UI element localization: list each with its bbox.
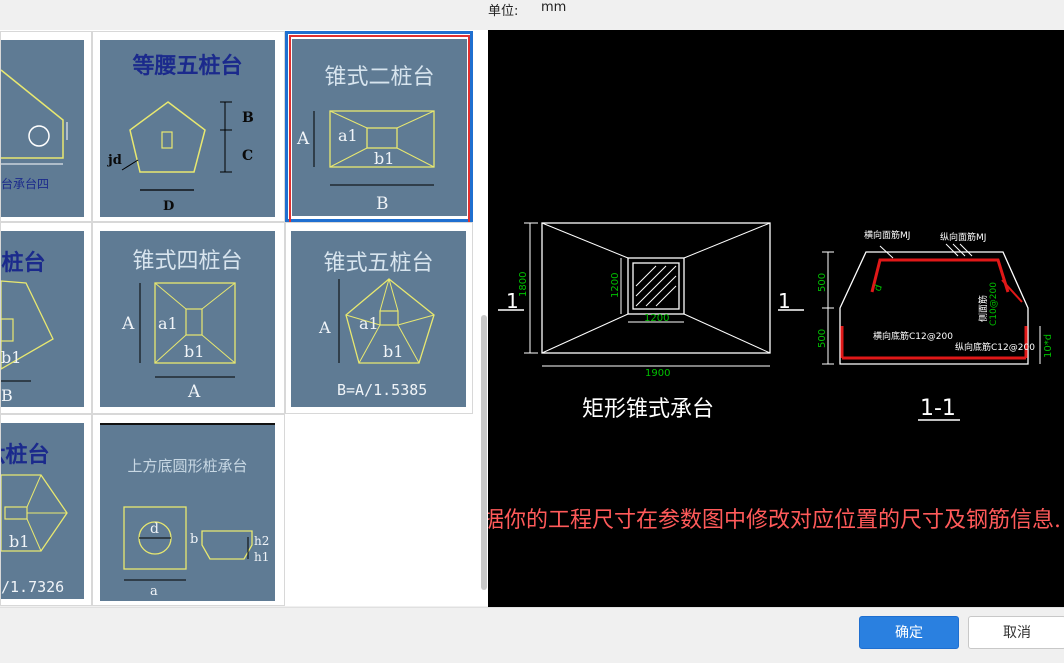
- label-a1: a1: [359, 314, 379, 333]
- plan-col-height: 1200: [610, 273, 621, 298]
- gallery-item-round-pile-cap[interactable]: 上方底圆形桩承台 d b a h2 h1: [92, 414, 285, 606]
- label-d: d: [150, 521, 159, 537]
- label-a: A: [318, 318, 331, 337]
- gallery-item-7-thumb: 六桩台 b1 /1.7326: [1, 423, 84, 599]
- dialog-footer: 确定 取消: [0, 607, 1064, 663]
- cap-type-gallery: 台承台四 等腰五桩台 B C jd D 锥式二桩台 A a1 b1 B 桩台 b…: [0, 30, 488, 606]
- section-label-top-longitudinal: 纵向面筋MJ: [940, 231, 986, 243]
- section-dim-top: 500: [817, 273, 828, 292]
- gallery-item-2-thumb: 等腰五桩台 B C jd D: [100, 40, 275, 217]
- plan-col-width: 1200: [644, 313, 669, 324]
- gallery-item-isosceles-five-pile[interactable]: 等腰五桩台 B C jd D: [92, 31, 285, 222]
- pile-cap-drawing-8: d b a h2 h1: [123, 506, 269, 599]
- label-b: B: [242, 110, 254, 126]
- gallery-scrollbar[interactable]: [481, 315, 487, 590]
- label-a: A: [121, 314, 135, 334]
- label-b1: b1: [9, 532, 29, 551]
- label-a-bottom: A: [187, 382, 201, 402]
- pile-cap-drawing-7: b1: [1, 474, 68, 552]
- section-label-bottom-transverse: 横向底筋C12@200: [873, 330, 953, 342]
- section-view: 横向面筋MJ 纵向面筋MJ 横向底筋C12@200 纵向底筋C12@200 侧面…: [817, 229, 1054, 421]
- pile-cap-drawing-2: B C jd D: [107, 101, 254, 214]
- label-b: b: [190, 532, 198, 547]
- parameter-preview-panel: 1800 1900 1200 1200 1 1 矩形锥式承台 横向面筋MJ 纵向…: [488, 30, 1064, 607]
- cancel-button[interactable]: 取消: [968, 616, 1064, 649]
- gallery-item-1-caption: 台承台四: [1, 177, 50, 191]
- instruction-text: 根据你的工程尺寸在参数图中修改对应位置的尺寸及钢筋信息.: [488, 508, 1061, 533]
- gallery-item-cone-four-pile[interactable]: 锥式四桩台 A a1 b1 A: [92, 222, 285, 414]
- plan-caption: 矩形锥式承台: [582, 397, 714, 422]
- plan-dim-height: 1800: [518, 272, 529, 297]
- gallery-item-8-thumb: 上方底圆形桩承台 d b a h2 h1: [100, 423, 275, 601]
- label-h1: h1: [254, 550, 269, 564]
- top-bar: 单位: mm: [0, 0, 1064, 30]
- selection-highlight-red: [289, 35, 470, 227]
- label-c: C: [242, 148, 253, 164]
- section-label-bottom-longitudinal: 纵向底筋C12@200: [955, 341, 1035, 353]
- label-b1: b1: [184, 342, 204, 361]
- section-caption: 1-1: [920, 396, 956, 421]
- section-d-label: d: [872, 283, 885, 293]
- unit-label: 单位:: [488, 4, 519, 19]
- gallery-item-six-pile[interactable]: 六桩台 b1 /1.7326: [0, 414, 92, 606]
- gallery-item-three-pile[interactable]: 三桩台 b1 B: [0, 222, 92, 414]
- section-label-side: 侧面筋: [977, 295, 989, 322]
- gallery-item-1[interactable]: 台承台四: [0, 31, 92, 222]
- gallery-item-6-thumb: 锥式五桩台 A a1 b1 B=A/1.5385: [291, 231, 466, 407]
- section-mark-right: 1: [778, 289, 791, 313]
- pile-cap-drawing-5: A a1 b1 A: [121, 282, 236, 402]
- plan-dim-width: 1900: [645, 368, 670, 379]
- gallery-item-1-thumb: 台承台四: [1, 40, 84, 217]
- label-h2: h2: [254, 534, 269, 548]
- label-b1: b1: [1, 348, 21, 367]
- label-jd: jd: [107, 153, 122, 168]
- label-b: B: [1, 386, 13, 405]
- section-label-top-transverse: 横向面筋MJ: [864, 229, 910, 241]
- gallery-item-7-caption: /1.7326: [1, 578, 65, 596]
- section-label-side-spec: C10@200: [989, 282, 999, 326]
- label-a1: a1: [158, 314, 178, 333]
- section-dim-anchor: 10*d: [1043, 334, 1054, 358]
- section-mark-left: 1: [506, 289, 519, 313]
- plan-view: 1800 1900 1200 1200 1 1 矩形锥式承台: [498, 222, 804, 422]
- unit-value: mm: [541, 0, 567, 15]
- gallery-item-5-thumb: 锥式四桩台 A a1 b1 A: [100, 231, 275, 407]
- label-a: a: [150, 584, 158, 599]
- gallery-item-4-thumb: 三桩台 b1 B: [1, 231, 84, 407]
- ok-button[interactable]: 确定: [859, 616, 959, 649]
- label-d: D: [163, 199, 174, 214]
- label-b1: b1: [383, 342, 403, 361]
- section-dim-bottom: 500: [817, 329, 828, 348]
- gallery-item-cone-five-pile[interactable]: 锥式五桩台 A a1 b1 B=A/1.5385: [285, 222, 473, 414]
- pile-cap-drawing-4: b1 B: [1, 280, 54, 405]
- gallery-item-6-caption: B=A/1.5385: [337, 381, 428, 399]
